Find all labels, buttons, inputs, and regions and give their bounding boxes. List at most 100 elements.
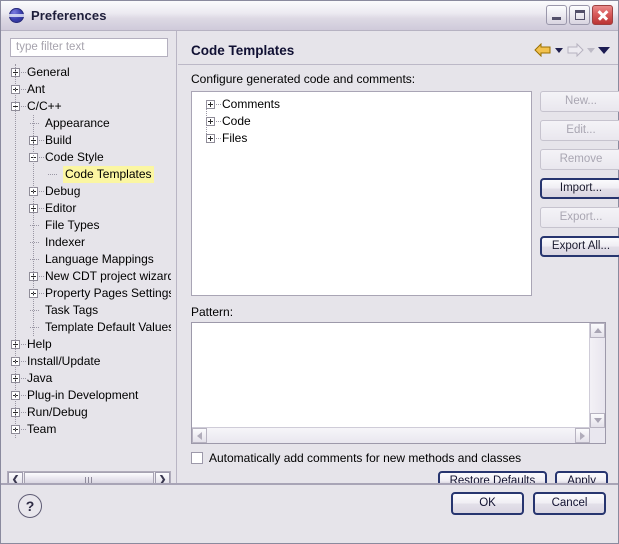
sidebar-item-template-default-values[interactable]: Template Default Values — [7, 319, 171, 336]
tree-connector — [216, 138, 221, 139]
tree-item-label: Build — [45, 133, 72, 147]
ok-button[interactable]: OK — [451, 492, 524, 515]
tree-item-label: Indexer — [45, 235, 86, 249]
tree-guide-line — [15, 64, 16, 438]
template-item-code[interactable]: Code — [196, 113, 531, 130]
eclipse-globe-icon — [9, 8, 24, 23]
help-question-icon[interactable]: ? — [18, 494, 42, 518]
tree-connector — [21, 412, 26, 413]
tree-item-label: C/C++ — [27, 99, 62, 113]
edit-button: Edit... — [540, 120, 619, 141]
export-button: Export... — [540, 207, 619, 228]
tree-connector — [39, 191, 44, 192]
sidebar-item-property-pages-settings[interactable]: Property Pages Settings — [7, 285, 171, 302]
sidebar-item-general[interactable]: General — [7, 64, 171, 81]
tree-connector — [48, 174, 57, 175]
sidebar-item-ant[interactable]: Ant — [7, 81, 171, 98]
tree-connector — [30, 225, 39, 226]
template-item-comments[interactable]: Comments — [196, 96, 531, 113]
tree-connector — [216, 121, 221, 122]
close-button[interactable] — [592, 5, 613, 25]
scroll-left-arrow-icon[interactable] — [192, 428, 207, 443]
forward-menu-caret-down-icon — [587, 47, 595, 53]
export-all-button[interactable]: Export All... — [540, 236, 619, 257]
auto-comments-checkbox[interactable] — [191, 452, 203, 464]
sidebar-item-debug[interactable]: Debug — [7, 183, 171, 200]
scroll-right-arrow-icon[interactable] — [575, 428, 590, 443]
scroll-up-icon[interactable] — [590, 323, 605, 338]
tree-item-label: Template Default Values — [45, 320, 171, 334]
pattern-horizontal-scrollbar[interactable] — [192, 427, 590, 443]
tree-connector — [39, 276, 44, 277]
tree-connector — [21, 106, 26, 107]
sidebar-item-file-types[interactable]: File Types — [7, 217, 171, 234]
tree-item-label: Task Tags — [45, 303, 99, 317]
sidebar-item-run-debug[interactable]: Run/Debug — [7, 404, 171, 421]
minimize-button[interactable] — [546, 5, 567, 25]
new-button: New... — [540, 91, 619, 112]
tree-connector — [39, 208, 44, 209]
sidebar-item-team[interactable]: Team — [7, 421, 171, 438]
title-bar: Preferences — [1, 1, 618, 31]
sidebar-item-plug-in-development[interactable]: Plug-in Development — [7, 387, 171, 404]
sidebar-item-java[interactable]: Java — [7, 370, 171, 387]
sidebar-item-install-update[interactable]: Install/Update — [7, 353, 171, 370]
preferences-page: Code Templates Configure generated code … — [178, 31, 619, 515]
tree-connector — [39, 140, 44, 141]
filter-input[interactable]: type filter text — [10, 38, 168, 57]
tree-item-label: Install/Update — [27, 354, 101, 368]
sidebar-item-indexer[interactable]: Indexer — [7, 234, 171, 251]
sidebar-item-appearance[interactable]: Appearance — [7, 115, 171, 132]
sidebar-item-code-style[interactable]: Code Style — [7, 149, 171, 166]
template-item-files[interactable]: Files — [196, 130, 531, 147]
cancel-button[interactable]: Cancel — [533, 492, 606, 515]
tree-item-label: Java — [27, 371, 53, 385]
tree-item-label: General — [27, 65, 70, 79]
import-button[interactable]: Import... — [540, 178, 619, 199]
pattern-vertical-scrollbar[interactable] — [589, 323, 605, 443]
page-menu-caret-down-icon[interactable] — [598, 46, 610, 54]
sidebar-item-language-mappings[interactable]: Language Mappings — [7, 251, 171, 268]
sidebar-item-build[interactable]: Build — [7, 132, 171, 149]
tree-connector — [39, 157, 44, 158]
dialog-actions: OK Cancel — [451, 492, 606, 515]
tree-item-label: New CDT project wizard — [45, 269, 171, 283]
forward-arrow-icon — [566, 43, 584, 57]
preferences-tree[interactable]: General Ant C/C++ Appearance Build Code Style… — [7, 64, 171, 468]
tree-guide-line — [206, 100, 207, 138]
minimize-icon — [552, 17, 561, 20]
templates-tree[interactable]: Comments Code Files — [191, 91, 532, 296]
tree-connector — [39, 293, 44, 294]
back-arrow-icon[interactable] — [534, 43, 552, 57]
expand-plus-icon[interactable] — [206, 117, 215, 126]
expand-plus-icon[interactable] — [206, 100, 215, 109]
page-title: Code Templates — [191, 43, 295, 58]
sidebar-item-c-c[interactable]: C/C++ — [7, 98, 171, 115]
tree-item-label: Ant — [27, 82, 46, 96]
tree-connector — [216, 104, 221, 105]
page-description: Configure generated code and comments: — [191, 72, 416, 86]
sidebar-item-new-cdt-project-wizard[interactable]: New CDT project wizard — [7, 268, 171, 285]
back-menu-caret-down-icon[interactable] — [555, 47, 563, 53]
tree-connector — [21, 378, 26, 379]
tree-item-label: Team — [27, 422, 57, 436]
tree-item-label: Comments — [222, 97, 281, 111]
window-controls — [546, 5, 613, 25]
expand-plus-icon[interactable] — [206, 134, 215, 143]
pattern-textarea[interactable] — [191, 322, 606, 444]
maximize-button[interactable] — [569, 5, 590, 25]
tree-item-label: Files — [222, 131, 248, 145]
auto-comments-checkbox-row[interactable]: Automatically add comments for new metho… — [191, 451, 521, 465]
tree-item-label: Debug — [45, 184, 81, 198]
sidebar-item-help[interactable]: Help — [7, 336, 171, 353]
maximize-icon — [575, 10, 585, 20]
dialog-body: type filter text General Ant C/C++ Appearan… — [1, 31, 619, 515]
sidebar-item-editor[interactable]: Editor — [7, 200, 171, 217]
tree-connector — [21, 72, 26, 73]
sidebar-item-code-templates[interactable]: Code Templates — [7, 166, 171, 183]
tree-connector — [21, 395, 26, 396]
tree-item-label: Editor — [45, 201, 77, 215]
template-action-buttons: New... Edit... Remove Import... Export... Exp… — [540, 91, 619, 265]
scroll-down-icon[interactable] — [590, 413, 605, 428]
sidebar-item-task-tags[interactable]: Task Tags — [7, 302, 171, 319]
